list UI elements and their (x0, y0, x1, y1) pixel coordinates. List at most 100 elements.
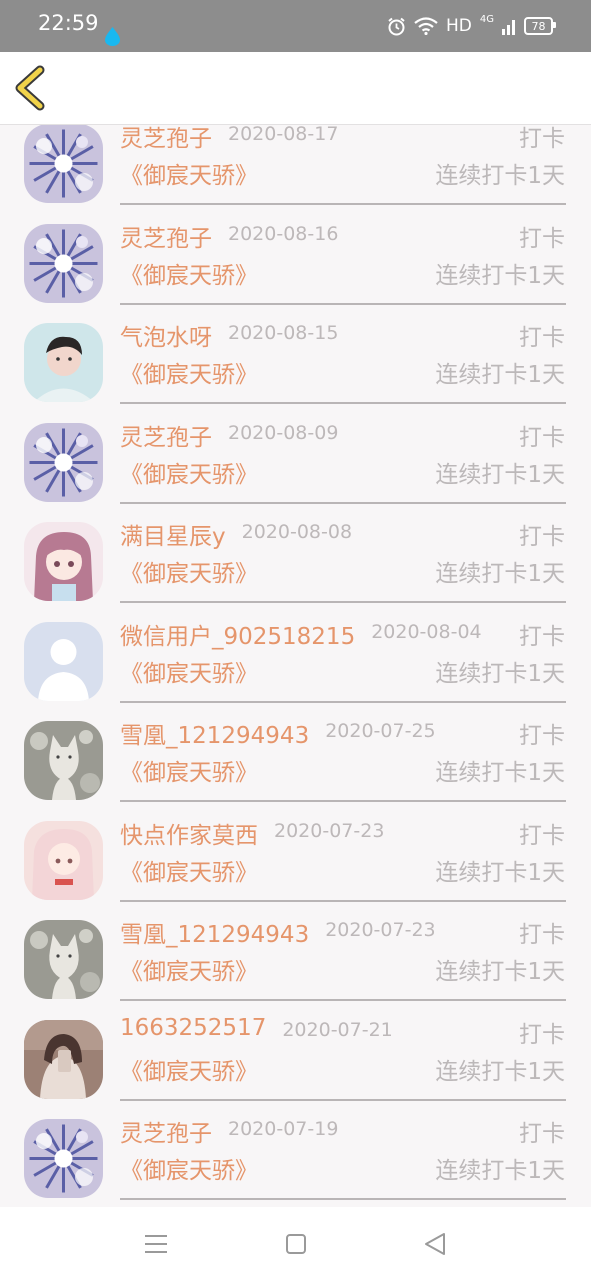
user-name[interactable]: 满目星辰y (120, 517, 226, 551)
book-title[interactable]: 《御宸天骄》 (120, 654, 258, 688)
checkin-row[interactable]: 1663252517 2020-07-21 打卡《御宸天骄》 连续打卡1天 (0, 1010, 591, 1109)
streak-label: 连续打卡1天 (435, 163, 565, 189)
row-divider (120, 302, 566, 305)
row-divider (120, 700, 566, 703)
book-title[interactable]: 《御宸天骄》 (120, 1052, 258, 1086)
back-triangle-icon[interactable] (420, 1231, 450, 1257)
checkin-date: 2020-08-09 (228, 421, 339, 444)
book-title[interactable]: 《御宸天骄》 (120, 753, 258, 787)
book-title[interactable]: 《御宸天骄》 (120, 853, 258, 887)
user-avatar[interactable] (24, 1119, 103, 1198)
user-avatar[interactable] (24, 522, 103, 601)
book-title[interactable]: 《御宸天骄》 (120, 256, 258, 290)
row-divider (120, 899, 566, 902)
streak-label: 连续打卡1天 (435, 1058, 565, 1085)
row-divider (120, 1198, 566, 1200)
checkin-row[interactable]: 微信用户_902518215 2020-08-04 打卡《御宸天骄》 连续打卡1天 (0, 612, 591, 711)
streak-label: 连续打卡1天 (435, 262, 565, 289)
streak-label: 连续打卡1天 (435, 561, 565, 587)
user-name[interactable]: 灵芝孢子 (120, 418, 212, 452)
row-divider (120, 501, 566, 504)
checkin-list[interactable]: 灵芝孢子 2020-08-17 打卡 《御宸天骄》 连续打卡1天 灵芝孢子 2020-08-… (0, 125, 591, 1207)
book-title[interactable]: 《御宸天骄》 (120, 554, 258, 588)
checkin-action-label: 打卡 (519, 623, 565, 650)
checkin-row[interactable]: 雪凰_121294943 2020-07-23 打卡 《御宸天骄》 连续打卡1天 (0, 910, 591, 1009)
checkin-date: 2020-07-23 (274, 819, 385, 842)
app-header (0, 52, 591, 125)
checkin-date: 2020-07-23 (325, 919, 436, 941)
user-avatar[interactable] (24, 820, 103, 900)
book-title[interactable]: 《御宸天骄》 (120, 1151, 258, 1185)
book-title[interactable]: 《御宸天骄》 (120, 355, 258, 389)
user-avatar[interactable] (24, 323, 103, 402)
user-avatar[interactable] (24, 223, 103, 303)
status-bar: 22:59 HD 4G 78 (0, 0, 591, 52)
checkin-date: 2020-07-25 (325, 720, 436, 742)
row-divider (120, 203, 566, 205)
user-name[interactable]: 雪凰_121294943 (120, 915, 309, 949)
row-divider (120, 1098, 566, 1101)
checkin-date: 2020-07-21 (282, 1018, 393, 1041)
user-name[interactable]: 灵芝孢子 (120, 219, 212, 253)
menu-icon[interactable] (141, 1231, 171, 1257)
user-name[interactable]: 灵芝孢子 (120, 125, 212, 153)
system-nav-bar (0, 1207, 591, 1280)
user-avatar[interactable] (24, 621, 103, 701)
checkin-action-label: 打卡 (519, 424, 565, 451)
user-name[interactable]: 灵芝孢子 (120, 1114, 212, 1148)
checkin-date: 2020-08-17 (228, 125, 339, 145)
checkin-action-label: 打卡 (519, 1021, 565, 1048)
user-name[interactable]: 快点作家莫西 (120, 816, 258, 850)
checkin-action-label: 打卡 (519, 1121, 565, 1147)
checkin-action-label: 打卡 (519, 225, 565, 252)
chevron-left-icon[interactable] (12, 64, 56, 112)
checkin-date: 2020-07-19 (228, 1118, 339, 1140)
checkin-date: 2020-08-04 (371, 620, 482, 643)
user-avatar[interactable] (24, 920, 103, 999)
battery-level: 78 (531, 19, 546, 33)
checkin-row[interactable]: 灵芝孢子 2020-08-09 打卡《御宸天骄》 连续打卡1天 (0, 413, 591, 512)
battery-icon: 78 (524, 17, 556, 35)
checkin-row[interactable]: 灵芝孢子 2020-08-16 打卡《御宸天骄》 连续打卡1天 (0, 214, 591, 313)
checkin-date: 2020-08-08 (241, 521, 353, 543)
checkin-row[interactable]: 气泡水呀 2020-08-15 打卡《御宸天骄》 连续打卡1天 (0, 313, 591, 412)
user-avatar[interactable] (24, 422, 103, 502)
streak-label: 连续打卡1天 (435, 760, 565, 786)
checkin-row[interactable]: 灵芝孢子 2020-08-17 打卡《御宸天骄》 连续打卡1天 (0, 125, 591, 213)
checkin-row[interactable]: 快点作家莫西 2020-07-23 打卡《御宸天骄》 连续打卡1天 (0, 811, 591, 910)
streak-label: 连续打卡1天 (435, 660, 565, 687)
user-avatar[interactable] (24, 721, 103, 800)
streak-label: 连续打卡1天 (435, 1158, 565, 1184)
network-gen-label: 4G (479, 14, 494, 25)
row-divider (120, 800, 566, 802)
user-name[interactable]: 气泡水呀 (120, 318, 212, 352)
book-title[interactable]: 《御宸天骄》 (120, 952, 258, 986)
streak-label: 连续打卡1天 (435, 859, 565, 886)
user-avatar[interactable] (24, 1019, 103, 1099)
row-divider (120, 402, 566, 404)
streak-label: 连续打卡1天 (435, 362, 565, 388)
book-title[interactable]: 《御宸天骄》 (120, 455, 258, 489)
checkin-action-label: 打卡 (519, 822, 565, 849)
book-title[interactable]: 《御宸天骄》 (120, 156, 258, 190)
checkin-row[interactable]: 灵芝孢子 2020-07-19 打卡《御宸天骄》 连续打卡1天 (0, 1109, 591, 1207)
home-square-icon[interactable] (281, 1231, 311, 1257)
user-name[interactable]: 雪凰_121294943 (120, 716, 309, 750)
streak-label: 连续打卡1天 (435, 959, 565, 985)
streak-label: 连续打卡1天 (435, 461, 565, 488)
notification-drop-icon (105, 27, 120, 46)
wifi-icon (414, 17, 438, 35)
checkin-action-label: 打卡 (519, 723, 565, 749)
checkin-date: 2020-08-15 (228, 322, 339, 344)
checkin-row[interactable]: 满目星辰y 2020-08-08 打卡《御宸天骄》 连续打卡1天 (0, 512, 591, 611)
checkin-date: 2020-08-16 (228, 222, 339, 245)
checkin-action-label: 打卡 (519, 524, 565, 550)
signal-icon (502, 20, 515, 35)
checkin-action-label: 打卡 (519, 325, 565, 351)
alarm-icon (388, 17, 405, 35)
checkin-row[interactable]: 雪凰_121294943 2020-07-25 打卡《御宸天骄》 连续打卡1天 (0, 711, 591, 810)
user-name[interactable]: 微信用户_902518215 (120, 617, 355, 651)
user-name[interactable]: 1663252517 (120, 1015, 266, 1041)
user-avatar[interactable] (24, 125, 103, 203)
checkin-action-label: 打卡 (519, 126, 565, 152)
